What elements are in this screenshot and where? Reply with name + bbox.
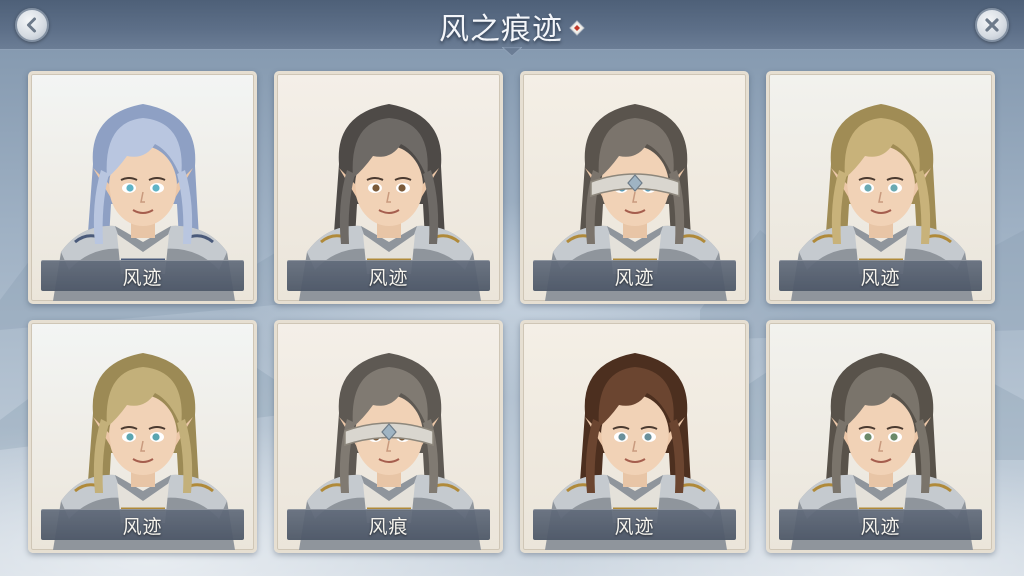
character-card[interactable]: 风痕 xyxy=(274,320,503,553)
character-name: 风迹 xyxy=(122,515,163,538)
character-name: 风迹 xyxy=(614,515,655,538)
character-card[interactable]: 风迹 xyxy=(28,320,257,553)
character-card[interactable]: 风迹 xyxy=(520,320,749,553)
character-grid: 风迹 风迹 风迹 风迹 风迹 风痕 风迹 风迹 xyxy=(28,71,996,553)
character-name-bar: 风迹 xyxy=(287,260,490,291)
title-area: 风之痕迹 xyxy=(0,6,1024,47)
character-name-bar: 风迹 xyxy=(41,260,244,291)
character-name-bar: 风迹 xyxy=(533,260,736,291)
character-card[interactable]: 风迹 xyxy=(274,71,503,304)
character-name: 风迹 xyxy=(860,515,901,538)
header-notch xyxy=(502,47,522,57)
character-name: 风迹 xyxy=(614,266,655,289)
character-card[interactable]: 风迹 xyxy=(520,71,749,304)
character-name-bar: 风痕 xyxy=(287,509,490,540)
character-name-bar: 风迹 xyxy=(779,260,982,291)
character-card[interactable]: 风迹 xyxy=(766,71,995,304)
character-name: 风痕 xyxy=(368,515,409,538)
character-name-bar: 风迹 xyxy=(41,509,244,540)
diamond-info-icon[interactable] xyxy=(569,20,585,36)
character-name-bar: 风迹 xyxy=(533,509,736,540)
close-icon xyxy=(985,18,999,32)
character-name: 风迹 xyxy=(368,266,409,289)
close-button[interactable] xyxy=(975,8,1009,42)
character-card[interactable]: 风迹 xyxy=(28,71,257,304)
page-title: 风之痕迹 xyxy=(439,12,563,47)
character-name: 风迹 xyxy=(860,266,901,289)
character-card[interactable]: 风迹 xyxy=(766,320,995,553)
character-name: 风迹 xyxy=(122,266,163,289)
character-name-bar: 风迹 xyxy=(779,509,982,540)
